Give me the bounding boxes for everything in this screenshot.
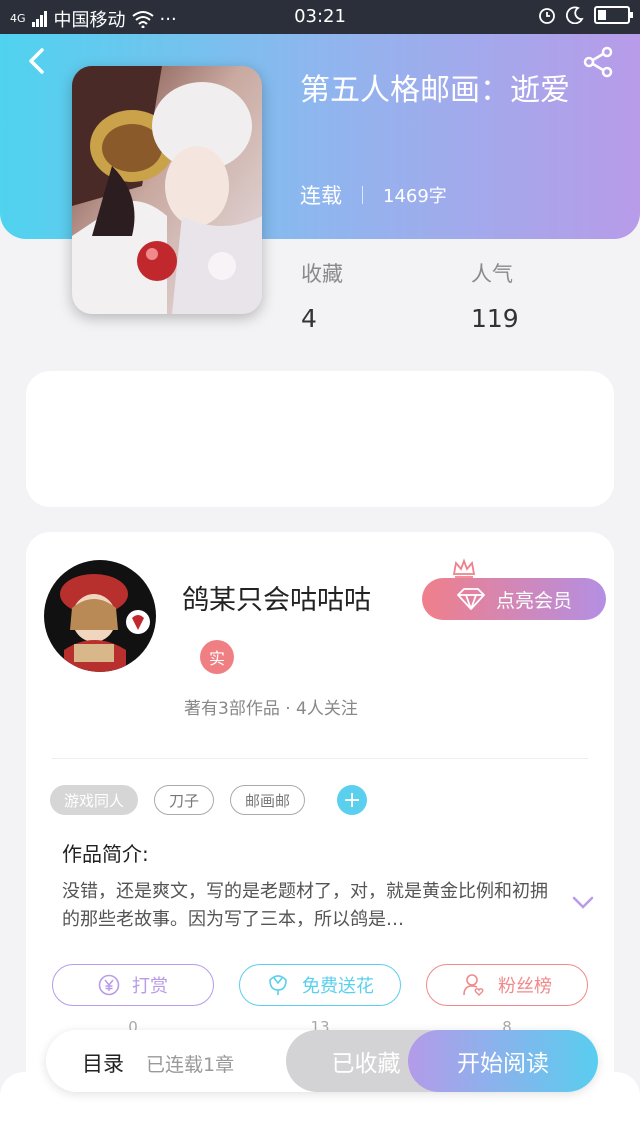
add-tag-button[interactable]: + (337, 785, 368, 815)
battery-icon (594, 6, 633, 24)
vip-button[interactable]: 点亮会员 (422, 578, 606, 620)
tag-item[interactable]: 游戏同人 (50, 785, 139, 815)
intro-text: 没错，还是爽文，写的是老题材了，对，就是黄金比例和初拥的那些老故事。因为写了三本… (62, 881, 548, 930)
send-flower-label: 免费送花 (302, 976, 374, 997)
author-summary: 著有3部作品 · 4人关注 (184, 699, 358, 719)
share-icon[interactable] (582, 46, 614, 78)
moon-icon (566, 6, 584, 24)
start-reading-button[interactable]: 开始阅读 (408, 1030, 598, 1092)
book-title: 第五人格邮画：逝爱 (300, 73, 570, 108)
back-icon[interactable] (22, 46, 52, 76)
tag-list: 游戏同人 刀子 邮画邮 + (50, 785, 368, 815)
fan-icon (463, 974, 484, 996)
bottom-action-bar: 目录 已连载1章 已收藏 开始阅读 (46, 1030, 598, 1092)
avatar[interactable] (44, 560, 156, 672)
fan-rank-label: 粉丝榜 (498, 976, 552, 997)
fan-rank-button[interactable]: 粉丝榜 (426, 964, 588, 1006)
alarm-icon (539, 8, 555, 24)
stat-label: 人气 (471, 262, 513, 286)
stat-label: 收藏 (301, 262, 343, 286)
chapter-count: 已连载1章 (146, 1054, 235, 1076)
divider (52, 758, 588, 759)
blank-card (26, 371, 614, 507)
diamond-icon (457, 588, 485, 610)
verified-badge: 实 (200, 640, 234, 674)
toc-button[interactable]: 目录 (82, 1048, 124, 1078)
yen-icon (98, 974, 120, 996)
book-cover[interactable] (72, 66, 262, 314)
stat-favorites: 收藏 4 (301, 258, 343, 333)
author-card: 鸽某只会咕咕咕 点亮会员 实 著有3部作品 · 4人关注 游戏同人 刀子 邮画邮… (26, 532, 614, 1092)
chevron-down-icon[interactable] (572, 896, 594, 910)
stat-value: 119 (471, 304, 519, 333)
stat-popularity: 人气 119 (471, 258, 519, 333)
stat-value: 4 (301, 304, 317, 333)
meta-divider (362, 186, 363, 204)
book-meta: 连载 1469字 (300, 180, 447, 210)
tip-button-label: 打赏 (132, 976, 168, 997)
intro-title: 作品简介: (62, 842, 149, 866)
vip-button-label: 点亮会员 (495, 589, 572, 612)
tag-item[interactable]: 邮画邮 (230, 785, 306, 815)
author-name[interactable]: 鸽某只会咕咕咕 (182, 578, 371, 617)
send-flower-button[interactable]: 免费送花 (239, 964, 401, 1006)
crown-icon (452, 558, 476, 578)
tag-item[interactable]: 刀子 (154, 785, 215, 815)
tip-button[interactable]: 打赏 (52, 964, 214, 1006)
status-bar: 4G 中国移动 ··· 03:21 (0, 0, 640, 34)
flower-icon (269, 975, 287, 995)
serial-status: 连载 (300, 184, 342, 208)
word-count: 1469字 (383, 186, 447, 207)
